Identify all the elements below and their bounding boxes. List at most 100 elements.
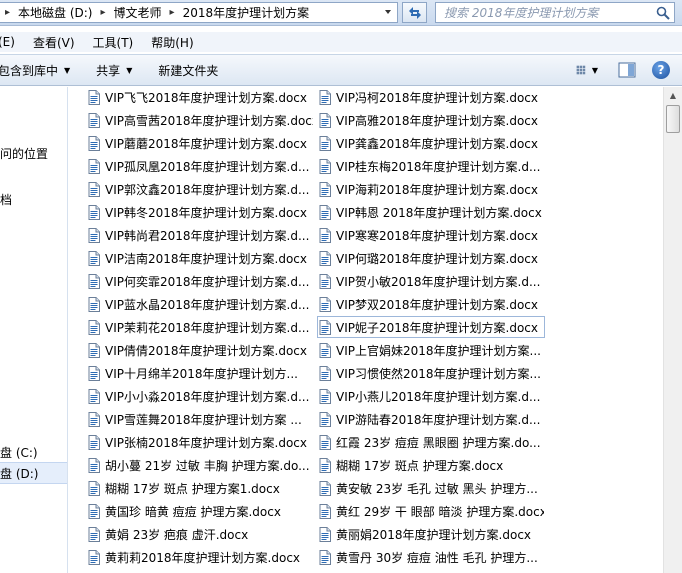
- menu-edit[interactable]: (E): [0, 35, 15, 49]
- breadcrumb-current-folder[interactable]: 2018年度护理计划方案: [183, 4, 310, 21]
- word-document-icon: [87, 549, 101, 565]
- file-item[interactable]: 黄丽娟2018年度护理计划方案.docx: [318, 524, 544, 544]
- file-item[interactable]: VIP梦双2018年度护理计划方案.docx: [318, 294, 544, 314]
- word-document-icon: [318, 158, 332, 174]
- file-name: VIP贺小敏2018年度护理计划方案.d...: [336, 274, 541, 289]
- help-button[interactable]: ?: [650, 59, 672, 81]
- file-name: 糊糊 17岁 斑点 护理方案.docx: [336, 458, 504, 473]
- file-item[interactable]: VIP飞飞2018年度护理计划方案.docx: [87, 87, 313, 107]
- file-item[interactable]: VIP桂东梅2018年度护理计划方案.d...: [318, 156, 544, 176]
- file-item[interactable]: VIP龚鑫2018年度护理计划方案.docx: [318, 133, 544, 153]
- nav-drive-c[interactable]: 盘 (C:): [0, 444, 38, 461]
- file-item[interactable]: VIP海莉2018年度护理计划方案.docx: [318, 179, 544, 199]
- file-item[interactable]: VIP小燕儿2018年度护理计划方案.d...: [318, 386, 544, 406]
- menu-bar: (E) 查看(V) 工具(T) 帮助(H): [0, 32, 682, 52]
- chevron-right-icon[interactable]: ▸: [101, 7, 106, 18]
- file-item[interactable]: VIP高雪茜2018年度护理计划方案.docx: [87, 110, 313, 130]
- file-item[interactable]: 糊糊 17岁 斑点 护理方案.docx: [318, 455, 544, 475]
- file-item[interactable]: 黄国珍 暗黄 痘痘 护理方案.docx: [87, 501, 313, 521]
- file-item[interactable]: 黄红 29岁 干 眼部 暗淡 护理方案.docx: [318, 501, 544, 521]
- file-item[interactable]: VIP张楠2018年度护理计划方案.docx: [87, 432, 313, 452]
- file-name: 黄雪丹 30岁 痘痘 油性 毛孔 护理方...: [336, 550, 538, 565]
- search-input[interactable]: 搜索 2018年度护理计划方案: [435, 2, 675, 23]
- file-item[interactable]: 黄安敏 23岁 毛孔 过敏 黑头 护理方...: [318, 478, 544, 498]
- word-document-icon: [318, 503, 332, 519]
- chevron-right-icon[interactable]: ▸: [170, 7, 175, 18]
- file-item[interactable]: 黄雪丹 30岁 痘痘 油性 毛孔 护理方...: [318, 547, 544, 567]
- file-item[interactable]: VIP小小淼2018年度护理计划方案.d...: [87, 386, 313, 406]
- file-item[interactable]: VIP上官娟妹2018年度护理计划方案...: [318, 340, 544, 360]
- refresh-button[interactable]: [402, 2, 427, 23]
- menu-view[interactable]: 查看(V): [33, 34, 75, 51]
- preview-pane-button[interactable]: [616, 59, 638, 81]
- new-folder-button[interactable]: 新建文件夹: [158, 62, 218, 79]
- file-item[interactable]: VIP冯柯2018年度护理计划方案.docx: [318, 87, 544, 107]
- share-button[interactable]: 共享 ▼: [96, 62, 132, 79]
- file-name: 黄娟 23岁 疤痕 虚汗.docx: [105, 527, 249, 542]
- word-document-icon: [87, 434, 101, 450]
- file-name: VIP孤凤凰2018年度护理计划方案.d...: [105, 159, 310, 174]
- file-name: VIP蘑蘑2018年度护理计划方案.docx: [105, 136, 307, 151]
- file-item[interactable]: VIP贺小敏2018年度护理计划方案.d...: [318, 271, 544, 291]
- word-document-icon: [318, 89, 332, 105]
- file-name: VIP小燕儿2018年度护理计划方案.d...: [336, 389, 541, 404]
- file-item[interactable]: VIP高雅2018年度护理计划方案.docx: [318, 110, 544, 130]
- file-item[interactable]: VIP蓝水晶2018年度护理计划方案.d...: [87, 294, 313, 314]
- file-name: 黄红 29岁 干 眼部 暗淡 护理方案.docx: [336, 504, 544, 519]
- file-item[interactable]: 红霞 23岁 痘痘 黑眼圈 护理方案.do...: [318, 432, 544, 452]
- file-item[interactable]: VIP韩恩 2018年度护理计划方案.docx: [318, 202, 544, 222]
- file-item[interactable]: VIP韩冬2018年度护理计划方案.docx: [87, 202, 313, 222]
- word-document-icon: [318, 319, 332, 335]
- file-item[interactable]: VIP雪莲舞2018年度护理计划方案 ...: [87, 409, 313, 429]
- view-options-button[interactable]: ▼: [576, 59, 598, 81]
- file-item[interactable]: 黄娟 23岁 疤痕 虚汗.docx: [87, 524, 313, 544]
- file-item[interactable]: VIP寒寒2018年度护理计划方案.docx: [318, 225, 544, 245]
- file-item[interactable]: VIP倩倩2018年度护理计划方案.docx: [87, 340, 313, 360]
- address-bar[interactable]: ▸ 本地磁盘 (D:) ▸ 博文老师 ▸ 2018年度护理计划方案: [0, 2, 398, 23]
- vertical-scrollbar[interactable]: ▲: [663, 87, 682, 573]
- file-item[interactable]: 胡小蔓 21岁 过敏 丰胸 护理方案.do...: [87, 455, 313, 475]
- chevron-right-icon[interactable]: ▸: [5, 7, 10, 18]
- word-document-icon: [318, 204, 332, 220]
- word-document-icon: [318, 388, 332, 404]
- word-document-icon: [318, 273, 332, 289]
- file-item[interactable]: VIP游陆春2018年度护理计划方案.d...: [318, 409, 544, 429]
- preview-pane-icon: [618, 62, 636, 78]
- file-item[interactable]: VIP习惯使然2018年度护理计划方案...: [318, 363, 544, 383]
- word-document-icon: [318, 181, 332, 197]
- file-item[interactable]: VIP蘑蘑2018年度护理计划方案.docx: [87, 133, 313, 153]
- nav-drive-d-label: 盘 (D:): [0, 466, 39, 481]
- nav-drive-d[interactable]: 盘 (D:): [0, 462, 67, 484]
- scroll-up-arrow[interactable]: ▲: [664, 87, 682, 104]
- file-item[interactable]: VIP洁南2018年度护理计划方案.docx: [87, 248, 313, 268]
- chevron-down-icon[interactable]: [383, 7, 393, 17]
- file-item[interactable]: VIP茉莉花2018年度护理计划方案.d...: [87, 317, 313, 337]
- file-item[interactable]: VIP韩尚君2018年度护理计划方案.d...: [87, 225, 313, 245]
- scroll-thumb[interactable]: [666, 105, 680, 133]
- file-item[interactable]: VIP妮子2018年度护理计划方案.docx: [317, 316, 545, 338]
- nav-documents[interactable]: 档: [0, 191, 12, 208]
- menu-help[interactable]: 帮助(H): [151, 34, 193, 51]
- address-bar-region: ▸ 本地磁盘 (D:) ▸ 博文老师 ▸ 2018年度护理计划方案 搜索 201…: [0, 0, 682, 26]
- file-item[interactable]: VIP郭汶鑫2018年度护理计划方案.d...: [87, 179, 313, 199]
- nav-recent-places[interactable]: 问的位置: [0, 145, 48, 162]
- word-document-icon: [318, 112, 332, 128]
- word-document-icon: [318, 296, 332, 312]
- file-list: VIP飞飞2018年度护理计划方案.docx VIP高雪茜2018年度护理计划方案…: [69, 87, 663, 573]
- word-document-icon: [87, 89, 101, 105]
- file-item[interactable]: 黄莉莉2018年度护理计划方案.docx: [87, 547, 313, 567]
- file-item[interactable]: 糊糊 17岁 斑点 护理方案1.docx: [87, 478, 313, 498]
- word-document-icon: [318, 250, 332, 266]
- breadcrumb-drive-d[interactable]: 本地磁盘 (D:): [18, 4, 92, 21]
- include-in-library-button[interactable]: 包含到库中 ▼: [0, 62, 70, 79]
- file-item[interactable]: VIP何奕霏2018年度护理计划方案.d...: [87, 271, 313, 291]
- search-icon[interactable]: [656, 6, 670, 20]
- file-name: VIP飞飞2018年度护理计划方案.docx: [105, 90, 307, 105]
- file-item[interactable]: VIP孤凤凰2018年度护理计划方案.d...: [87, 156, 313, 176]
- file-name: VIP小小淼2018年度护理计划方案.d...: [105, 389, 310, 404]
- menu-tools[interactable]: 工具(T): [93, 34, 134, 51]
- file-item[interactable]: VIP何璐2018年度护理计划方案.docx: [318, 248, 544, 268]
- breadcrumb-bowen[interactable]: 博文老师: [114, 4, 162, 21]
- file-item[interactable]: VIP十月绵羊2018年度护理计划方...: [87, 363, 313, 383]
- word-document-icon: [318, 411, 332, 427]
